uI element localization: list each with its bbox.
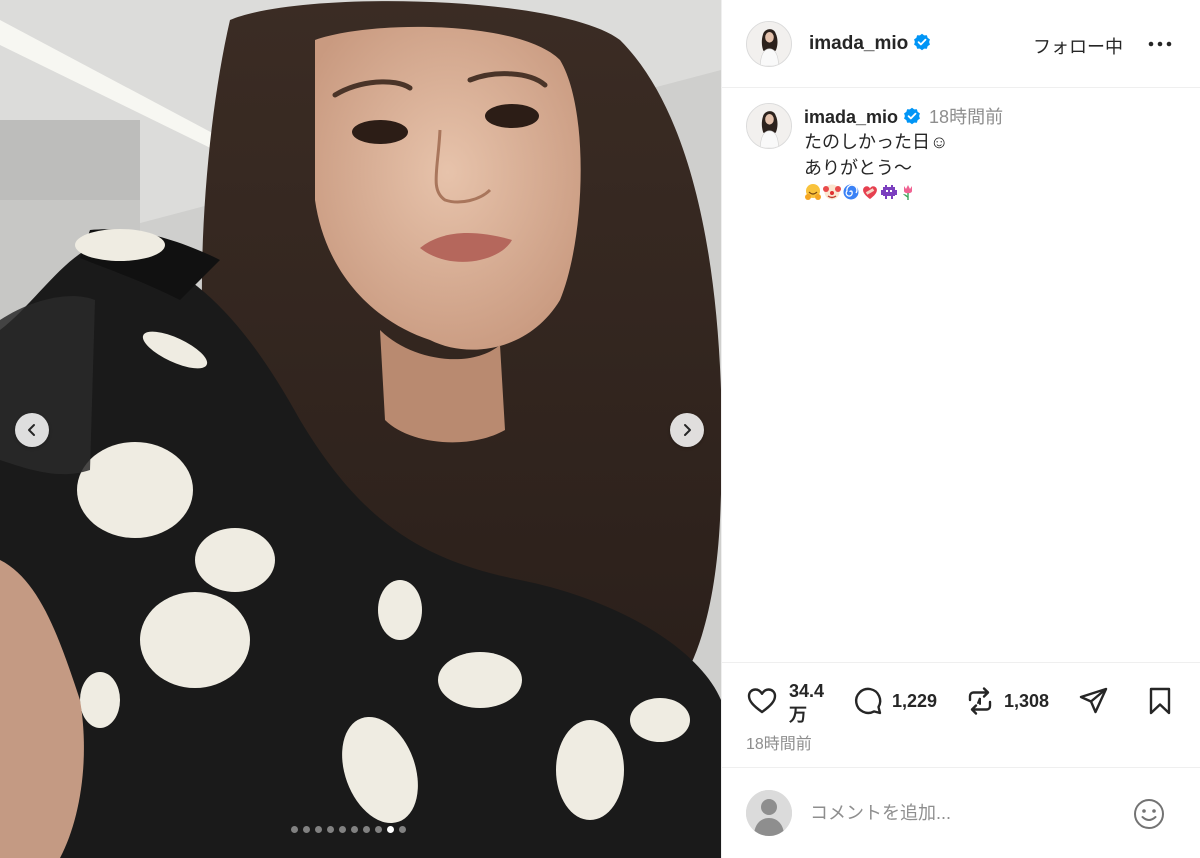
post-actions: 34.4万 1,229 1,308 18時間前 <box>722 662 1200 767</box>
alien-monster-emoji-icon <box>881 185 897 199</box>
clown-face-emoji-icon <box>823 184 841 200</box>
share-button[interactable] <box>1078 685 1110 717</box>
send-icon <box>1079 687 1108 714</box>
comment-input[interactable] <box>810 802 1110 824</box>
carousel-indicator <box>291 826 406 833</box>
carousel-dot <box>375 826 382 833</box>
post-header: imada_mio フォロー中 <box>722 0 1200 88</box>
avatar[interactable] <box>746 20 792 67</box>
following-button[interactable]: フォロー中 <box>1033 33 1123 59</box>
comment-button[interactable]: 1,229 <box>852 685 937 717</box>
caption-timestamp: 18時間前 <box>929 107 1004 127</box>
verified-badge-icon <box>914 33 931 50</box>
carousel-prev-button[interactable] <box>15 413 49 447</box>
post-side-panel: imada_mio フォロー中 imada_mio 18時間前 たのしかった日☺ … <box>721 0 1200 858</box>
mending-heart-emoji-icon <box>863 186 877 199</box>
carousel-dot <box>351 826 358 833</box>
chevron-right-icon <box>684 424 691 436</box>
hugging-face-emoji-icon <box>805 184 821 200</box>
likes-count[interactable]: 34.4万 <box>789 679 839 727</box>
post-author-username[interactable]: imada_mio <box>809 33 931 55</box>
repost-icon <box>968 687 992 715</box>
carousel-next-button[interactable] <box>670 413 704 447</box>
tulip-emoji-icon <box>903 185 912 200</box>
caption-avatar[interactable] <box>746 103 792 149</box>
chevron-left-icon <box>28 424 35 436</box>
post-timestamp[interactable]: 18時間前 <box>746 730 812 754</box>
repost-button[interactable]: 1,308 <box>964 685 1049 717</box>
comment-icon <box>854 687 882 715</box>
caption-line: ありがとう〜 <box>804 158 912 178</box>
profile-picture <box>747 104 791 148</box>
caption-username[interactable]: imada_mio <box>804 107 921 127</box>
carousel-dot <box>399 826 406 833</box>
post-photo <box>0 0 721 858</box>
current-user-avatar <box>746 790 792 836</box>
reposts-count: 1,308 <box>1004 690 1050 711</box>
heart-icon <box>747 688 777 714</box>
carousel-dot <box>363 826 370 833</box>
save-button[interactable] <box>1144 685 1176 717</box>
caption-line: たのしかった日☺ <box>804 132 949 152</box>
more-options-icon[interactable] <box>1148 34 1172 54</box>
emoji-picker-icon[interactable] <box>1132 797 1166 831</box>
post-media[interactable] <box>0 0 721 858</box>
carousel-dot <box>387 826 394 833</box>
default-avatar-icon <box>746 790 792 836</box>
comments-count: 1,229 <box>892 690 938 711</box>
caption-emojis <box>804 183 1184 201</box>
like-button[interactable] <box>746 685 778 717</box>
carousel-dot <box>303 826 310 833</box>
carousel-dot <box>315 826 322 833</box>
cyclone-emoji-icon <box>843 184 859 200</box>
carousel-dot <box>327 826 334 833</box>
verified-badge-icon <box>904 107 920 125</box>
add-comment-bar <box>722 767 1200 858</box>
carousel-dot <box>291 826 298 833</box>
bookmark-icon <box>1149 687 1171 715</box>
carousel-dot <box>339 826 346 833</box>
profile-picture <box>747 21 791 66</box>
